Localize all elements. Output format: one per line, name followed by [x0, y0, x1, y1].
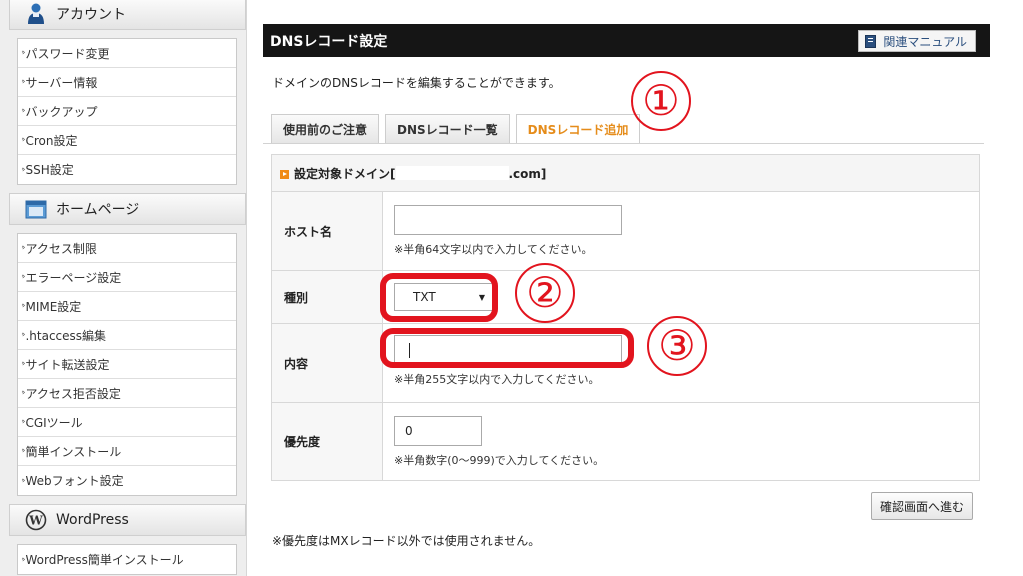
sidebar-item-wp-easy-install[interactable]: ·› WordPress簡単インストール — [18, 545, 236, 574]
arrow-icon: ·› — [21, 388, 26, 398]
sidebar-item-htaccess[interactable]: ·› .htaccess編集 — [18, 321, 236, 350]
sidebar-item-web-font[interactable]: ·› Webフォント設定 — [18, 466, 236, 495]
sidebar-item-label: MIME設定 — [25, 299, 82, 314]
tab-bar: 使用前のご注意 DNSレコード一覧 DNSレコード追加 — [271, 114, 646, 143]
sidebar-item-label: バックアップ — [25, 104, 98, 119]
sidebar-item-label: アクセス拒否設定 — [25, 386, 121, 401]
arrow-icon: ·› — [21, 446, 26, 456]
sidebar-list-account: ·› パスワード変更 ·› サーバー情報 ·› バックアップ ·› Cron設定 ·› S… — [17, 38, 237, 185]
sidebar-item-label: サイト転送設定 — [25, 357, 110, 372]
page-intro-text: ドメインのDNSレコードを編集することができます。 — [272, 76, 561, 90]
svg-text:W: W — [28, 514, 43, 528]
tab-divider — [263, 143, 984, 144]
sidebar-item-mime[interactable]: ·› MIME設定 — [18, 292, 236, 321]
sidebar-item-cgi-tools[interactable]: ·› CGIツール — [18, 408, 236, 437]
target-domain-suffix: .com] — [508, 166, 547, 181]
domain-redaction — [395, 165, 509, 180]
sidebar-section-account: アカウント — [9, 0, 246, 30]
sidebar-item-access-limit[interactable]: ·› アクセス制限 — [18, 234, 236, 263]
confirm-button[interactable]: 確認画面へ進む — [871, 492, 974, 520]
sidebar-section-wordpress: W WordPress — [9, 504, 246, 536]
target-domain-label: 設定対象ドメイン[ — [294, 166, 396, 181]
sidebar-item-label: SSH設定 — [25, 163, 74, 177]
target-domain-row: 設定対象ドメイン[ .com] — [271, 154, 980, 192]
content-input-highlight — [380, 328, 634, 368]
sidebar-item-server-info[interactable]: ·› サーバー情報 — [18, 68, 236, 97]
sidebar-item-label: パスワード変更 — [25, 46, 110, 61]
priority-footnote: ※優先度はMXレコード以外では使用されません。 — [272, 534, 541, 548]
arrow-icon: ·› — [21, 272, 26, 282]
step-2-marker: ② — [515, 263, 575, 323]
sidebar-section-title: アカウント — [56, 7, 126, 23]
sidebar-section-title: WordPress — [56, 512, 129, 528]
arrow-icon: ·› — [21, 301, 26, 311]
wordpress-icon: W — [24, 508, 48, 532]
orange-arrow-icon — [280, 169, 289, 179]
type-select-highlight — [380, 273, 498, 322]
tab-dns-record-add[interactable]: DNSレコード追加 — [515, 114, 641, 143]
priority-cell: 0 ※半角数字(0～999)で入力してください。 — [382, 402, 980, 481]
arrow-icon: ·› — [21, 106, 26, 116]
step-1-marker: ① — [631, 71, 691, 131]
related-manual-button[interactable]: 関連マニュアル — [858, 30, 976, 52]
arrow-icon: ·› — [21, 243, 26, 253]
sidebar-item-password[interactable]: ·› パスワード変更 — [18, 39, 236, 68]
type-label: 種別 — [271, 270, 383, 324]
book-icon — [865, 34, 877, 48]
sidebar-item-backup[interactable]: ·› バックアップ — [18, 97, 236, 126]
sidebar-section-homepage: ホームページ — [9, 193, 246, 225]
page-title: DNSレコード設定 — [270, 33, 388, 50]
arrow-icon: ·› — [21, 359, 26, 369]
step-3-marker: ③ — [647, 316, 707, 376]
sidebar-item-label: CGIツール — [25, 415, 83, 430]
content-label: 内容 — [271, 323, 383, 403]
arrow-icon: ·› — [21, 77, 26, 87]
sidebar-item-label: Webフォント設定 — [25, 474, 124, 488]
sidebar-list-homepage: ·› アクセス制限 ·› エラーページ設定 ·› MIME設定 ·› .htaccess… — [17, 233, 237, 496]
sidebar-item-easy-install[interactable]: ·› 簡単インストール — [18, 437, 236, 466]
sidebar-item-label: エラーページ設定 — [25, 270, 122, 285]
sidebar-item-label: サーバー情報 — [25, 75, 98, 90]
sidebar-item-error-page[interactable]: ·› エラーページ設定 — [18, 263, 236, 292]
arrow-icon: ·› — [21, 417, 26, 427]
sidebar-item-access-deny[interactable]: ·› アクセス拒否設定 — [18, 379, 236, 408]
priority-row: 優先度 0 ※半角数字(0～999)で入力してください。 — [271, 402, 980, 481]
sidebar: アカウント ·› パスワード変更 ·› サーバー情報 ·› バックアップ ·› Cron… — [0, 0, 247, 576]
related-manual-label: 関連マニュアル — [883, 34, 967, 49]
sidebar-item-label: .htaccess編集 — [25, 328, 107, 343]
sidebar-list-wordpress: ·› WordPress簡単インストール — [17, 544, 237, 575]
sidebar-section-title: ホームページ — [56, 202, 140, 218]
sidebar-item-label: 簡単インストール — [25, 444, 122, 459]
arrow-icon: ·› — [21, 475, 26, 486]
homepage-window-icon — [24, 197, 48, 221]
priority-input[interactable]: 0 — [394, 415, 482, 446]
arrow-icon: ·› — [21, 554, 26, 565]
sidebar-item-label: アクセス制限 — [25, 241, 97, 256]
priority-note: ※半角数字(0～999)で入力してください。 — [394, 453, 605, 467]
target-domain-cell: 設定対象ドメイン[ .com] — [271, 154, 980, 192]
arrow-icon: ·› — [21, 135, 26, 145]
sidebar-item-cron[interactable]: ·› Cron設定 — [18, 126, 236, 155]
host-label: ホスト名 — [271, 191, 383, 271]
sidebar-item-site-redirect[interactable]: ·› サイト転送設定 — [18, 350, 236, 379]
type-row: 種別 TXT ▼ — [271, 270, 980, 324]
sidebar-item-ssh[interactable]: ·› SSH設定 — [18, 155, 236, 184]
tab-dns-record-list[interactable]: DNSレコード一覧 — [385, 114, 510, 143]
sidebar-item-label: Cron設定 — [25, 133, 78, 148]
host-note: ※半角64文字以内で入力してください。 — [394, 243, 593, 256]
tab-precautions[interactable]: 使用前のご注意 — [271, 114, 380, 143]
arrow-icon: ·› — [21, 48, 26, 58]
account-person-icon — [24, 2, 48, 26]
dns-record-form: 設定対象ドメイン[.com] ホスト名 ※半角64文字以内で入力してください。 … — [271, 154, 980, 481]
sidebar-item-label: WordPress簡単インストール — [25, 553, 184, 567]
host-cell: ※半角64文字以内で入力してください。 — [382, 191, 980, 271]
arrow-icon: ·› — [21, 330, 26, 340]
host-input[interactable] — [394, 205, 622, 235]
host-row: ホスト名 ※半角64文字以内で入力してください。 — [271, 191, 980, 271]
priority-label: 優先度 — [271, 402, 383, 481]
arrow-icon: ·› — [21, 164, 26, 175]
page-title-bar: DNSレコード設定 関連マニュアル — [263, 24, 990, 57]
